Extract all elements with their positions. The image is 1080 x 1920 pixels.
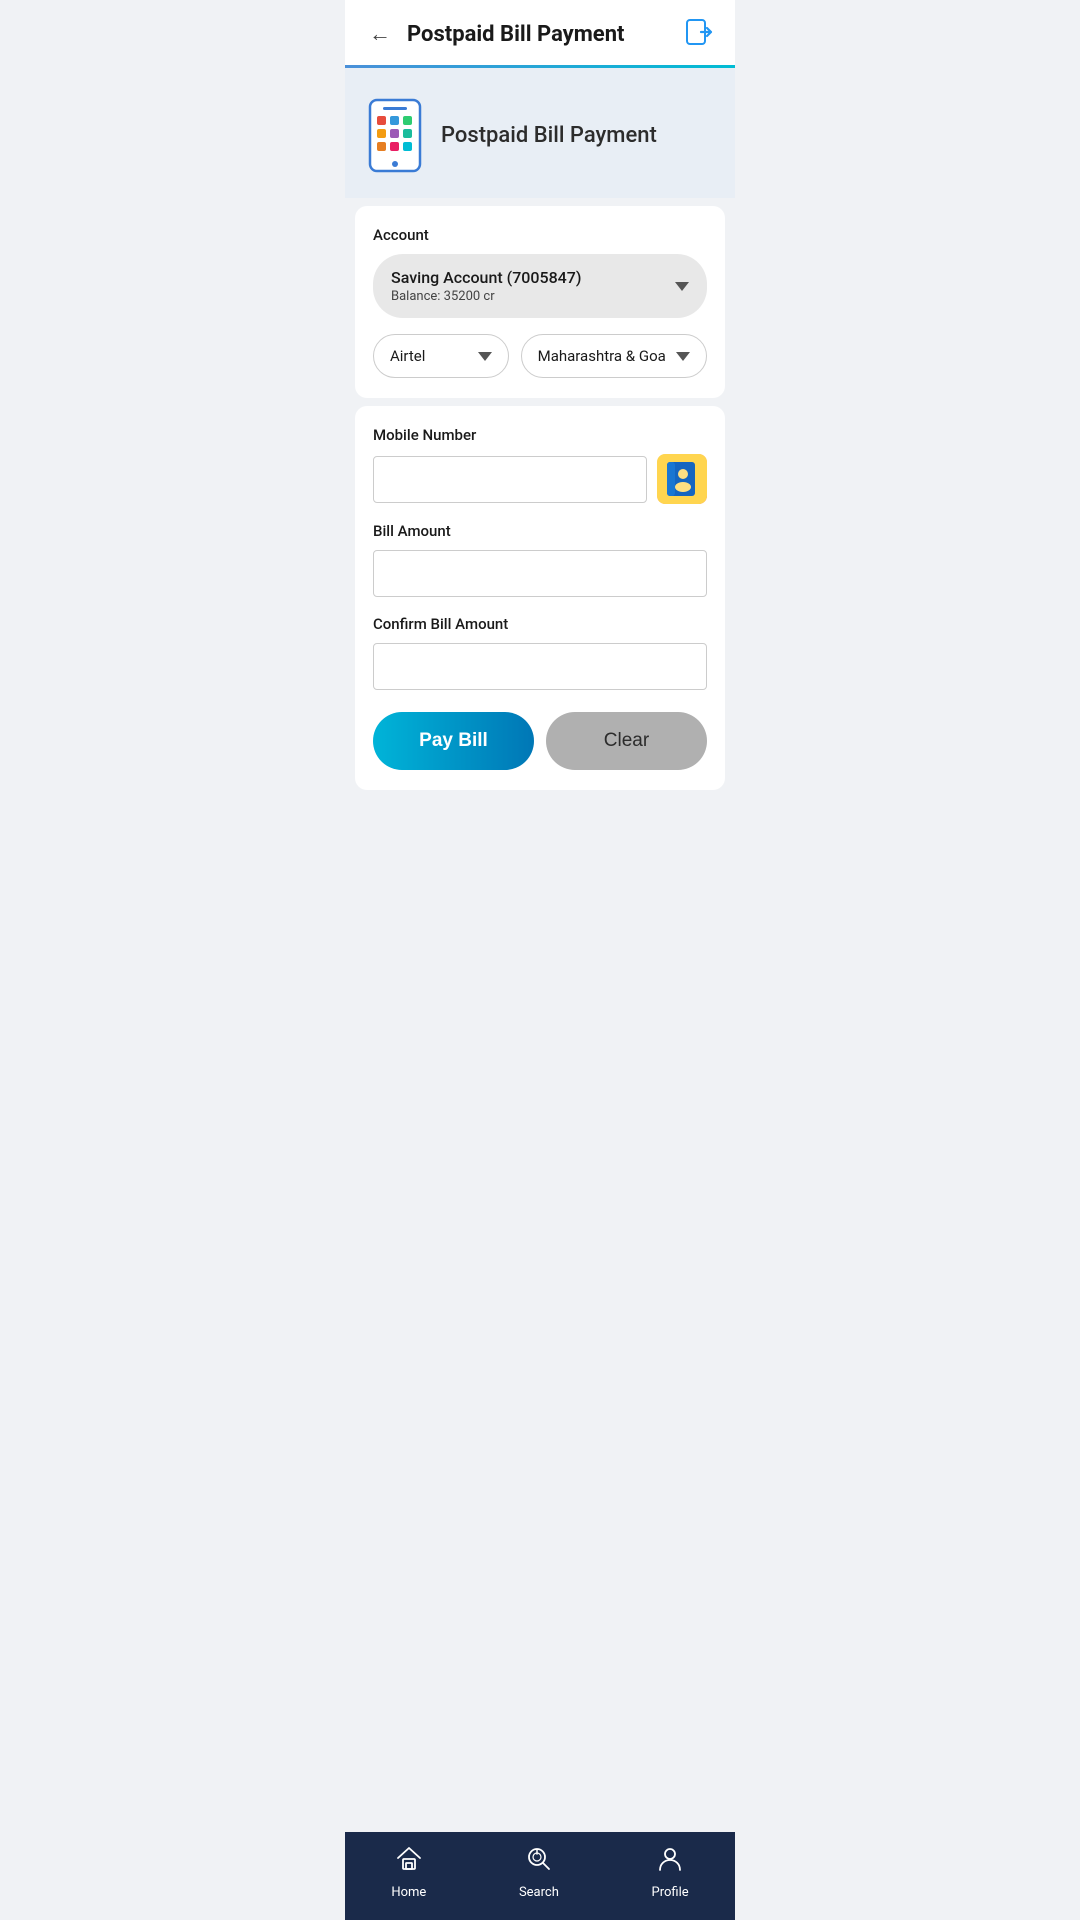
logout-button[interactable] — [683, 16, 715, 52]
back-button[interactable]: ← — [365, 17, 395, 51]
account-section: Account Saving Account (7005847) Balance… — [355, 206, 725, 398]
confirm-bill-input[interactable] — [373, 643, 707, 690]
account-name: Saving Account (7005847) — [391, 268, 581, 287]
mobile-input-wrap — [373, 456, 647, 503]
logout-icon — [683, 33, 715, 52]
home-icon — [394, 1844, 424, 1881]
postpaid-phone-icon — [365, 98, 425, 173]
mobile-label: Mobile Number — [373, 426, 707, 444]
chevron-down-icon — [675, 282, 689, 291]
bill-amount-input[interactable] — [373, 550, 707, 597]
profile-nav-label: Profile — [652, 1885, 689, 1900]
operator-dropdown[interactable]: Airtel — [373, 334, 509, 378]
confirm-bill-label: Confirm Bill Amount — [373, 615, 707, 633]
nav-item-profile[interactable]: Profile — [652, 1844, 689, 1900]
circle-chevron-icon — [676, 352, 690, 361]
profile-icon — [655, 1844, 685, 1881]
header: ← Postpaid Bill Payment — [345, 0, 735, 68]
account-info: Saving Account (7005847) Balance: 35200 … — [391, 268, 581, 304]
clear-button[interactable]: Clear — [546, 712, 707, 770]
pay-bill-button[interactable]: Pay Bill — [373, 712, 534, 770]
back-arrow-icon: ← — [369, 22, 391, 47]
bill-amount-label: Bill Amount — [373, 522, 707, 540]
search-icon — [524, 1844, 554, 1881]
account-balance: Balance: 35200 cr — [391, 289, 581, 304]
bottom-nav: Home Search Profile — [345, 1832, 735, 1920]
hero-section: Postpaid Bill Payment — [345, 68, 735, 198]
account-dropdown[interactable]: Saving Account (7005847) Balance: 35200 … — [373, 254, 707, 318]
bill-form-section: Mobile Number Bill Amount Confirm Bill A… — [355, 406, 725, 790]
account-label: Account — [373, 226, 707, 244]
mobile-input[interactable] — [373, 456, 647, 503]
home-nav-label: Home — [391, 1885, 426, 1900]
operator-label: Airtel — [390, 347, 425, 365]
search-nav-label: Search — [519, 1885, 559, 1900]
bill-amount-field: Bill Amount — [373, 522, 707, 597]
nav-item-search[interactable]: Search — [519, 1844, 559, 1900]
mobile-row — [373, 454, 707, 504]
action-buttons-row: Pay Bill Clear — [373, 712, 707, 770]
nav-item-home[interactable]: Home — [391, 1844, 426, 1900]
circle-label: Maharashtra & Goa — [538, 347, 666, 365]
page-title: Postpaid Bill Payment — [407, 22, 683, 47]
hero-title: Postpaid Bill Payment — [441, 123, 657, 148]
circle-dropdown[interactable]: Maharashtra & Goa — [521, 334, 707, 378]
operator-chevron-icon — [478, 352, 492, 361]
confirm-bill-field: Confirm Bill Amount — [373, 615, 707, 690]
contact-book-icon[interactable] — [657, 454, 707, 504]
dropdowns-row: Airtel Maharashtra & Goa — [373, 334, 707, 378]
